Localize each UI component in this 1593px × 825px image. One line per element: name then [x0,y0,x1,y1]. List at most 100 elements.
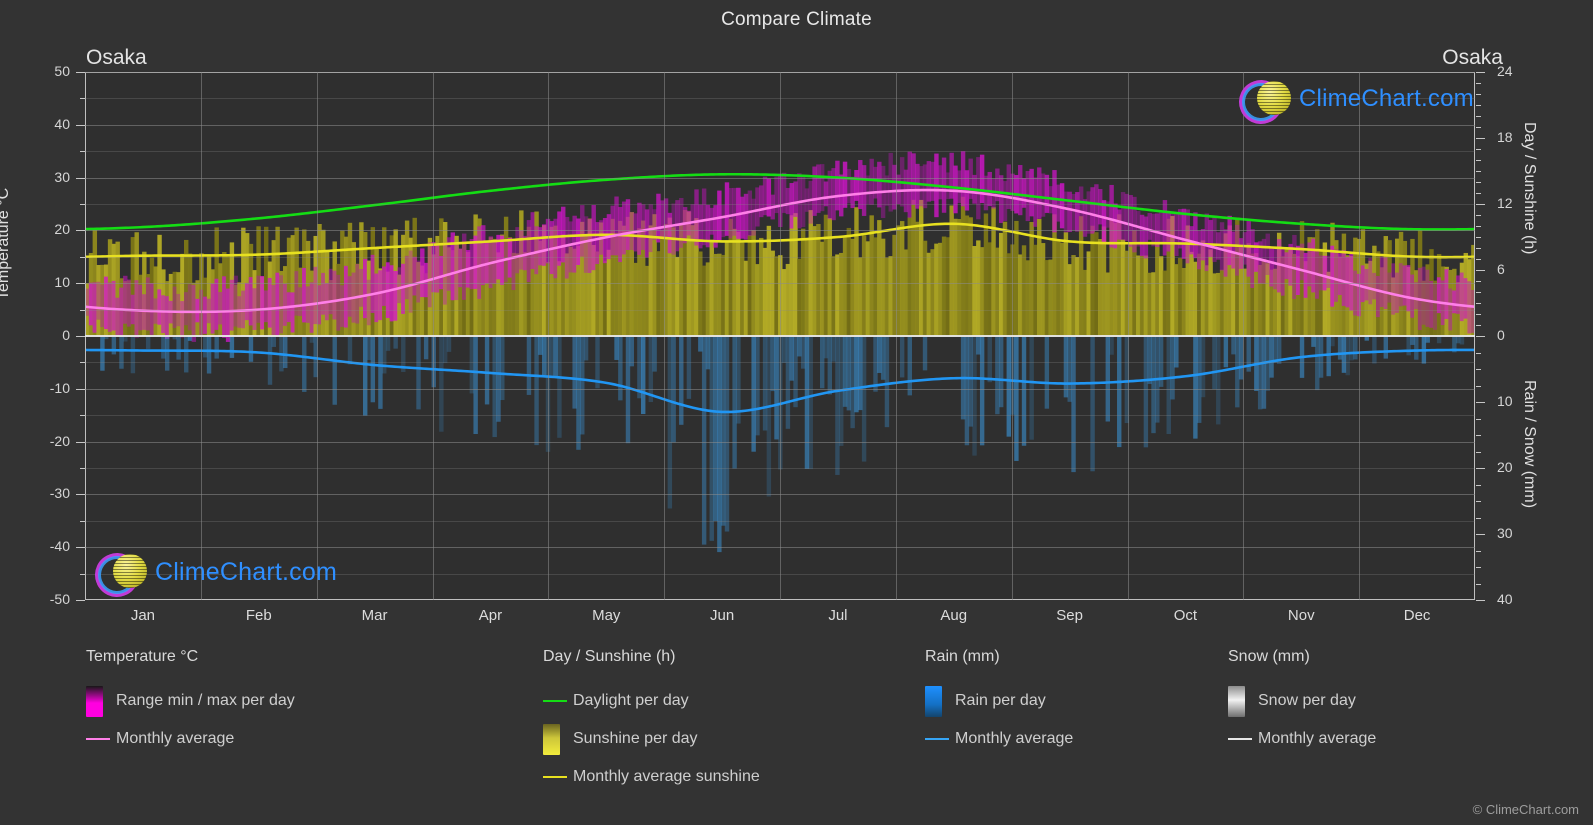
y-tick-mark [76,177,85,179]
y-tick-mark-minor [1476,314,1481,315]
y-tick-mark [1476,204,1485,205]
y-tick-mark [1476,138,1485,139]
legend-item[interactable]: Monthly average [925,720,1073,758]
y-tick-mark-minor [1476,451,1481,453]
y-tick-mark-minor [1476,583,1481,585]
y-tick-label-day-sunshine: 0 [1497,327,1505,343]
city-label-left: Osaka [86,46,147,69]
legend-swatch-box [543,723,560,755]
y-tick-label-temperature: 30 [54,168,70,185]
y-tick-mark [76,283,85,285]
y-tick-mark-minor [1476,550,1481,552]
y-tick-mark-minor [80,415,85,417]
legend-group: Rain (mm) Rain per day Monthly average [925,648,1073,758]
y-tick-mark-minor [1476,248,1481,249]
legend-swatch-line-wrap [86,738,116,740]
x-tick-label-month: Jul [828,607,848,624]
legend-item[interactable]: Monthly average sunshine [543,758,760,796]
y-tick-mark-minor [1476,418,1481,420]
y-tick-mark-minor [1476,237,1481,238]
legend-swatch-line-wrap [543,776,573,778]
climechart-logo-icon [88,546,147,604]
legend-item[interactable]: Daylight per day [543,682,760,720]
y-tick-mark-minor [1476,292,1481,293]
y-tick-mark [1476,534,1485,535]
x-tick-label-month: May [592,607,621,624]
y-tick-label-rain-snow: 40 [1497,591,1513,607]
legend-swatch-box [925,685,942,717]
y-tick-mark-minor [1476,116,1481,117]
legend-swatch-line-wrap [543,700,573,702]
y-tick-mark-minor [1476,215,1481,216]
climechart-logo-icon [1232,73,1291,131]
copyright-text: © ClimeChart.com [1472,802,1579,817]
y-tick-label-temperature: -10 [49,379,70,396]
y-tick-mark-minor [1476,484,1481,486]
y-tick-mark-minor [1476,435,1481,436]
y-tick-mark-minor [80,256,85,258]
legend-item-label: Range min / max per day [116,692,295,709]
y-tick-label-rain-snow: 30 [1497,525,1513,541]
legend-group-heading: Rain (mm) [925,648,1000,665]
y-tick-mark [76,230,85,232]
legend-item-label: Monthly average [1258,730,1377,747]
legend-item[interactable]: Rain per day [925,682,1073,720]
legend-item[interactable]: Monthly average [1228,720,1376,758]
y-tick-mark [76,72,85,73]
legend-swatch-box [1228,685,1245,717]
y-axis-title-temperature: Temperature °C [0,187,12,300]
y-tick-mark-minor [1476,149,1481,150]
y-tick-mark-minor [1476,369,1481,370]
y-tick-mark-minor [1476,94,1481,95]
legend-item[interactable]: Monthly average [86,720,295,758]
climechart-watermark-bottom: ClimeChart.com [88,546,337,604]
y-tick-mark-minor [1476,517,1481,519]
y-tick-label-temperature: -30 [49,485,70,502]
y-tick-label-temperature: 10 [54,274,70,291]
legend-swatch-box [86,685,103,717]
legend-swatch-line [1228,738,1252,740]
legend-item-label: Snow per day [1258,692,1356,709]
y-axis-title-day-sunshine: Day / Sunshine (h) [1521,122,1538,255]
y-tick-mark-minor [80,98,85,100]
legend-swatch-line-wrap [925,738,955,740]
y-tick-mark-minor [1476,105,1481,106]
chart-legend: Temperature °C Range min / max per day Mon… [0,648,1593,808]
y-tick-mark-minor [80,520,85,522]
legend-swatch-line [86,738,110,740]
y-tick-mark-minor [80,468,85,469]
x-tick-label-month: Feb [245,607,272,624]
y-tick-mark-minor [1476,171,1481,172]
y-tick-mark-minor [80,204,85,205]
legend-group: Day / Sunshine (h) Daylight per day Sunshi… [543,648,760,796]
y-tick-mark [1476,270,1485,271]
x-tick-label-month: Jan [130,607,155,624]
y-tick-label-temperature: -40 [49,538,70,555]
y-tick-mark [1476,600,1485,601]
y-tick-label-temperature: -20 [49,432,70,449]
y-tick-mark-minor [1476,281,1481,282]
legend-swatch-line [543,776,567,778]
y-tick-label-temperature: -50 [49,591,70,607]
zero-baseline [85,335,1475,337]
climechart-watermark-top: ClimeChart.com [1232,73,1474,131]
x-tick-label-month: Jun [709,607,735,624]
y-tick-mark-minor [1476,385,1481,387]
legend-swatch-line [543,700,567,702]
legend-item[interactable]: Sunshine per day [543,720,760,758]
y-tick-mark-minor [80,151,85,153]
legend-item-label: Monthly average [955,730,1074,747]
y-tick-label-temperature: 20 [54,221,70,238]
y-tick-mark [76,124,85,126]
climate-plot-area [85,72,1475,600]
y-tick-mark-minor [1476,127,1481,128]
y-tick-mark-minor [1476,182,1481,183]
y-tick-mark-minor [80,309,85,311]
legend-item[interactable]: Range min / max per day [86,682,295,720]
y-tick-mark-minor [1476,160,1481,161]
legend-item[interactable]: Snow per day [1228,682,1376,720]
y-tick-mark-minor [1476,501,1481,502]
legend-item-label: Rain per day [955,692,1046,709]
legend-item-label: Sunshine per day [573,730,698,747]
legend-group-heading: Temperature °C [86,648,199,665]
